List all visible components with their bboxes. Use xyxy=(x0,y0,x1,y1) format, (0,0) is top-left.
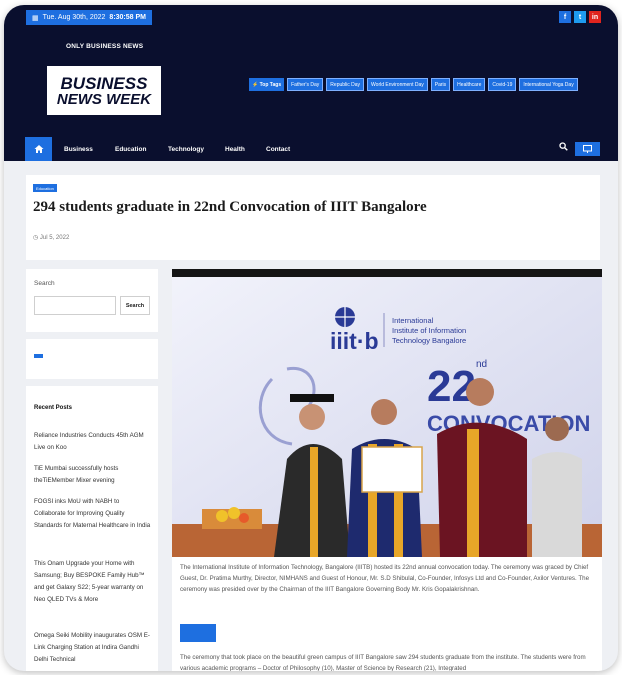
read-more-button[interactable] xyxy=(180,624,216,642)
search-widget: Search Search xyxy=(26,269,158,332)
date-box: ▦ Tue. Aug 30th, 2022 8:30:58 PM xyxy=(26,10,152,25)
convocation-ordinal: nd xyxy=(476,359,487,370)
nav-item-contact[interactable]: Contact xyxy=(266,137,290,161)
recent-post-link[interactable]: TiE Mumbai successfully hosts theTiEMemb… xyxy=(34,463,152,487)
tag-link[interactable]: Republic Day xyxy=(326,78,365,91)
home-icon xyxy=(34,145,43,153)
recent-posts-title: Recent Posts xyxy=(34,405,73,411)
tag-link[interactable]: Paris xyxy=(430,78,451,91)
article-content: iiit·b International Institute of Inform… xyxy=(172,269,602,671)
tag-link[interactable]: Covid-19 xyxy=(488,78,517,91)
article-title: 294 students graduate in 22nd Convocatio… xyxy=(33,199,427,215)
time-text: 8:30:58 PM xyxy=(109,14,146,21)
nav-item-business[interactable]: Business xyxy=(64,137,93,161)
tag-link[interactable]: Healthcare xyxy=(453,78,486,91)
calendar-icon: ▦ xyxy=(32,14,39,22)
date-text: Tue. Aug 30th, 2022 xyxy=(42,14,106,21)
logo-line-1: BUSINESS xyxy=(60,73,148,93)
nav-item-education[interactable]: Education xyxy=(115,137,146,161)
search-label: Search xyxy=(34,280,55,287)
facebook-icon[interactable]: f xyxy=(559,11,571,23)
article-date: ◷ Jul 5, 2022 xyxy=(33,235,70,241)
article-body: The ceremony that took place on the beau… xyxy=(180,654,586,671)
browser-frame: ▦ Tue. Aug 30th, 2022 8:30:58 PM f t in … xyxy=(4,5,618,671)
top-bar: ▦ Tue. Aug 30th, 2022 8:30:58 PM f t in xyxy=(4,5,618,29)
site-tagline: ONLY BUSINESS NEWS xyxy=(66,43,144,50)
recent-post-link[interactable]: FOGSI inks MoU with NABH to Collaborate … xyxy=(34,496,152,532)
monitor-icon xyxy=(583,145,592,153)
search-button[interactable]: Search xyxy=(120,296,150,315)
recent-post-link[interactable]: Omega Seiki Mobility inaugurates OSM E-L… xyxy=(34,630,152,666)
tag-link[interactable]: Father's Day xyxy=(287,78,324,91)
bolt-icon: ⚡ xyxy=(252,81,260,88)
article-header: Education 294 students graduate in 22nd … xyxy=(26,175,600,260)
institute-line-3: Technology Bangalore xyxy=(392,336,466,345)
clock-icon: ◷ xyxy=(33,235,39,241)
search-input[interactable] xyxy=(34,296,116,315)
tag-link[interactable]: World Environment Day xyxy=(367,78,428,91)
widget-accent xyxy=(34,354,43,358)
search-icon[interactable] xyxy=(559,142,568,153)
top-tags-label: ⚡ Top Tags xyxy=(249,78,285,91)
blank-widget xyxy=(26,339,158,379)
category-badge[interactable]: Education xyxy=(33,184,57,192)
nav-item-health[interactable]: Health xyxy=(225,137,245,161)
twitter-icon[interactable]: t xyxy=(574,11,586,23)
main-nav: Business Education Technology Health Con… xyxy=(4,137,618,161)
nav-item-technology[interactable]: Technology xyxy=(168,137,204,161)
article-photo: iiit·b International Institute of Inform… xyxy=(172,269,602,557)
recent-posts-widget: Recent Posts Reliance Industries Conduct… xyxy=(26,386,158,671)
tag-link[interactable]: International Yoga Day xyxy=(519,78,578,91)
institute-line-2: Institute of Information xyxy=(392,326,466,335)
home-button[interactable] xyxy=(25,137,52,161)
recent-post-link[interactable]: This Onam Upgrade your Home with Samsung… xyxy=(34,558,152,606)
top-tags-bar: ⚡ Top Tags Father's Day Republic Day Wor… xyxy=(249,78,578,91)
menu-button[interactable] xyxy=(575,142,600,156)
iiitb-logo: iiit·b xyxy=(330,328,379,354)
logo-line-2: NEWS WEEK xyxy=(56,90,152,108)
linkedin-icon[interactable]: in xyxy=(589,11,601,23)
site-header: ONLY BUSINESS NEWS BUSINESS NEWS WEEK ⚡ … xyxy=(4,29,618,137)
photo-caption: The International Institute of Informati… xyxy=(180,564,590,593)
recent-post-link[interactable]: Reliance Industries Conducts 45th AGM Li… xyxy=(34,430,152,454)
convocation-photo: iiit·b International Institute of Inform… xyxy=(172,269,602,557)
institute-line-1: International xyxy=(392,316,434,325)
site-logo[interactable]: BUSINESS NEWS WEEK xyxy=(47,66,161,115)
